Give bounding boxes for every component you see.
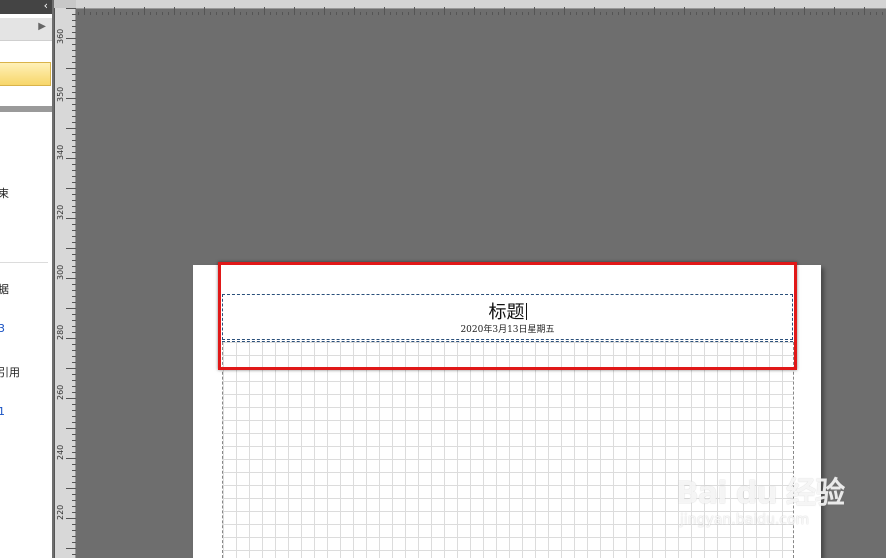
watermark-main-text: Bai du 经验 (676, 476, 845, 511)
panel-nav-row[interactable]: ▶ (0, 18, 52, 41)
ruler-label: 280 (56, 324, 65, 340)
highlight-box (218, 262, 797, 370)
ruler-label: 340 (56, 144, 65, 160)
watermark-logo: Bai du 经验 jingyan.baidu.com (676, 468, 876, 538)
panel-item-text[interactable]: 引用 (0, 364, 20, 380)
top-ruler (54, 0, 886, 15)
ruler-label: 360 (56, 28, 65, 44)
panel-selected-item[interactable] (0, 62, 51, 86)
ruler-label: 300 (56, 264, 65, 280)
panel-item-text[interactable]: 1 (0, 405, 5, 418)
ruler-label: 260 (56, 384, 65, 400)
panel-item-text[interactable]: 束 (0, 185, 9, 201)
panel-header: ‹ (0, 0, 52, 14)
ruler-label: 320 (56, 204, 65, 220)
left-ruler: 360 350 340 320 300 280 260 240 220 (54, 8, 76, 558)
top-ruler-ticks (54, 7, 883, 15)
watermark-sub-text: jingyan.baidu.com (680, 512, 810, 528)
expand-arrow-icon[interactable]: ▶ (38, 21, 46, 32)
ruler-label: 350 (56, 86, 65, 102)
panel-item-text[interactable]: 据 (0, 281, 9, 297)
ruler-label: 240 (56, 444, 65, 460)
panel-divider (0, 262, 48, 263)
side-panel: ‹ ▶ 束 据 3 引用 1 (0, 0, 52, 558)
ruler-label: 220 (56, 504, 65, 520)
panel-section-bar (0, 106, 52, 112)
panel-item-text[interactable]: 3 (0, 322, 5, 335)
ruler-corner (54, 0, 76, 8)
collapse-chevron-icon[interactable]: ‹ (44, 0, 48, 13)
